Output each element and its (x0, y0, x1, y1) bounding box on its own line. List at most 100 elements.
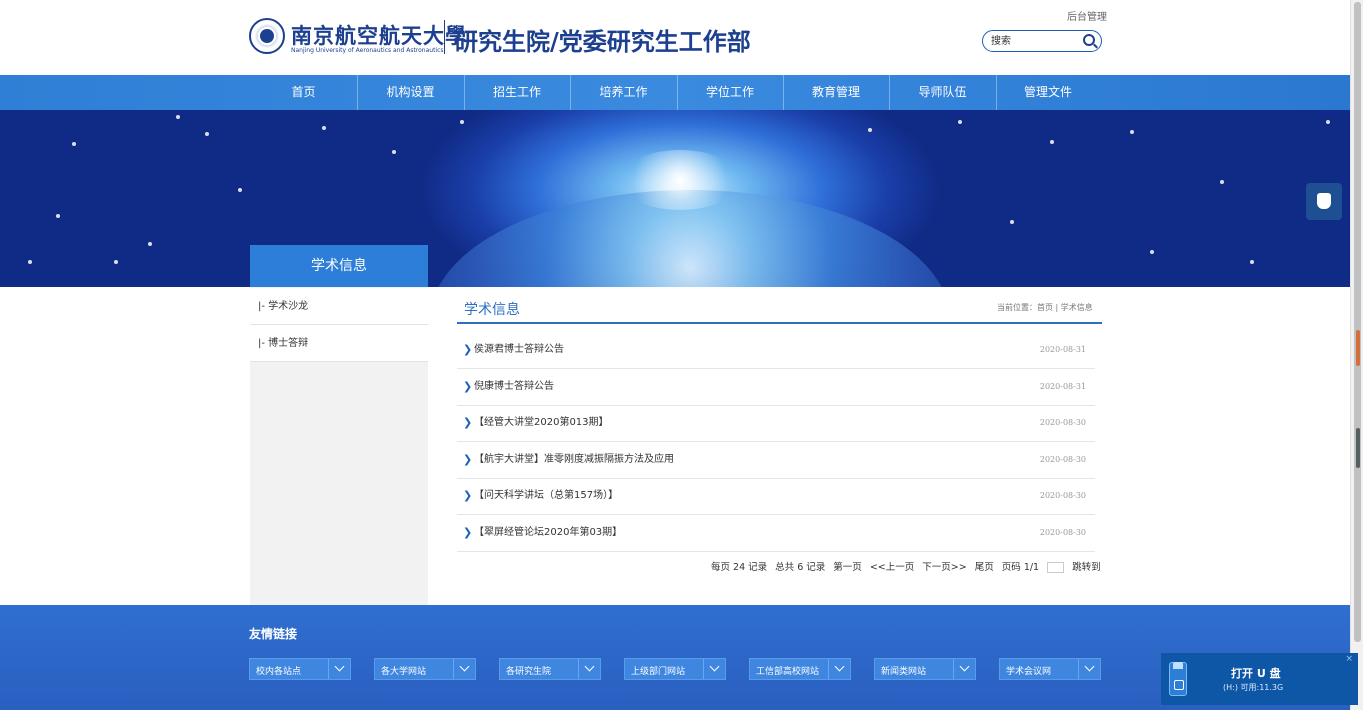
friend-link-select-authorities[interactable]: 上级部门网站 (624, 658, 726, 680)
breadcrumb-current-link[interactable]: 学术信息 (1061, 303, 1093, 312)
banner-star (1150, 250, 1154, 254)
chevron-right-icon: ❯ (463, 343, 473, 356)
pager-next-link[interactable]: 下一页>> (922, 562, 966, 573)
friend-link-select-news[interactable]: 新闻类网站 (874, 658, 976, 680)
banner-star (1010, 220, 1014, 224)
pager-jump-input[interactable] (1047, 562, 1065, 573)
news-date: 2020-08-30 (1039, 491, 1086, 500)
news-title[interactable]: 倪康博士答辩公告 (474, 381, 554, 393)
chevron-right-icon: ❯ (463, 489, 473, 502)
friend-link-select-graduate-schools[interactable]: 各研究生院 (499, 658, 601, 680)
chevron-down-icon (453, 659, 475, 679)
pager-last-link[interactable]: 尾页 (975, 562, 994, 573)
banner-star (148, 242, 152, 246)
select-label: 各大学网站 (381, 667, 427, 677)
chevron-down-icon (953, 659, 975, 679)
footer: 友情链接 校内各站点 各大学网站 各研究生院 上级部门网站 工信部高校网站 新闻… (0, 605, 1350, 710)
news-title[interactable]: 侯源君博士答辩公告 (474, 344, 564, 356)
news-list-item[interactable]: ❯ 侯源君博士答辩公告 2020-08-31 (457, 332, 1095, 369)
banner-star (238, 188, 242, 192)
floating-side-tab[interactable] (1306, 183, 1342, 220)
nav-item-degree[interactable]: 学位工作 (677, 75, 783, 110)
title-underline (457, 322, 1102, 324)
pager-page-info: 页码 1/1 (1001, 562, 1040, 573)
nav-item-documents[interactable]: 管理文件 (996, 75, 1100, 110)
chevron-down-icon (1078, 659, 1100, 679)
news-date: 2020-08-31 (1039, 382, 1086, 391)
nav-item-training[interactable]: 培养工作 (570, 75, 677, 110)
friend-link-select-campus[interactable]: 校内各站点 (249, 658, 351, 680)
nav-item-admissions[interactable]: 招生工作 (464, 75, 570, 110)
scrollbar-marker (1356, 330, 1360, 366)
site-header: 南京航空航天大學 Nanjing University of Aeronauti… (0, 0, 1350, 75)
news-date: 2020-08-30 (1039, 528, 1086, 537)
news-title[interactable]: 【问天科学讲坛（总第157场）】 (474, 490, 618, 502)
chevron-down-icon (328, 659, 350, 679)
news-date: 2020-08-31 (1039, 345, 1086, 354)
select-label: 学术会议网 (1006, 667, 1052, 677)
university-emblem-icon[interactable] (249, 18, 285, 54)
close-icon[interactable]: × (1345, 654, 1353, 664)
nav-item-organization[interactable]: 机构设置 (357, 75, 464, 110)
banner-star (72, 142, 76, 146)
news-list-item[interactable]: ❯ 【翠屏经管论坛2020年第03期】 2020-08-30 (457, 515, 1095, 552)
breadcrumb: 当前位置：首页 | 学术信息 (997, 302, 1093, 313)
banner-star (460, 120, 464, 124)
banner-star (56, 214, 60, 218)
news-list-item[interactable]: ❯ 【航宇大讲堂】准零刚度减振隔振方法及应用 2020-08-30 (457, 442, 1095, 479)
select-label: 各研究生院 (506, 667, 552, 677)
sidebar-title: 学术信息 (250, 245, 428, 287)
news-list-item[interactable]: ❯ 【经管大讲堂2020第013期】 2020-08-30 (457, 405, 1095, 442)
university-english-name: Nanjing University of Aeronautics and As… (291, 47, 444, 54)
nav-item-home[interactable]: 首页 (250, 75, 357, 110)
banner-star (322, 126, 326, 130)
news-title[interactable]: 【经管大讲堂2020第013期】 (474, 417, 609, 429)
news-list-item[interactable]: ❯ 【问天科学讲坛（总第157场）】 2020-08-30 (457, 478, 1095, 515)
banner-star (392, 150, 396, 154)
news-title[interactable]: 【翠屏经管论坛2020年第03期】 (474, 527, 622, 539)
chevron-right-icon: ❯ (463, 526, 473, 539)
admin-link[interactable]: 后台管理 (1067, 8, 1107, 23)
nav-item-supervisors[interactable]: 导师队伍 (889, 75, 996, 110)
chevron-right-icon: ❯ (463, 453, 473, 466)
news-title[interactable]: 【航宇大讲堂】准零刚度减振隔振方法及应用 (474, 454, 674, 466)
search-input[interactable] (991, 34, 1076, 49)
news-date: 2020-08-30 (1039, 418, 1086, 427)
sidebar-item-academic-salon[interactable]: |- 学术沙龙 (250, 288, 428, 325)
usb-open-label: 打开 U 盘 (1231, 667, 1281, 680)
pager-prev-link[interactable]: <<上一页 (870, 562, 914, 573)
pager-jump-link[interactable]: 跳转到 (1072, 562, 1101, 573)
banner-image (0, 110, 1350, 287)
select-label: 校内各站点 (256, 667, 302, 677)
banner-star (1326, 120, 1330, 124)
pagination: 每页 24 记录 总共 6 记录 第一页 <<上一页 下一页>> 尾页 页码 1… (711, 559, 1106, 573)
pager-per-page: 每页 24 记录 (711, 562, 768, 573)
chevron-down-icon (703, 659, 725, 679)
banner-star (868, 128, 872, 132)
select-label: 工信部高校网站 (756, 667, 820, 677)
chevron-right-icon: ❯ (463, 416, 473, 429)
sidebar-item-doctoral-defense[interactable]: |- 博士答辩 (250, 325, 428, 362)
news-list-item[interactable]: ❯ 倪康博士答辩公告 2020-08-31 (457, 369, 1095, 406)
news-date: 2020-08-30 (1039, 455, 1086, 464)
scrollbar-marker (1356, 428, 1360, 468)
scrollbar-thumb[interactable] (1354, 2, 1361, 642)
breadcrumb-home-link[interactable]: 首页 (1037, 303, 1053, 312)
page-scrollbar[interactable] (1350, 0, 1363, 710)
banner-star (1250, 260, 1254, 264)
banner-light-flare (620, 150, 740, 210)
friend-link-select-miit-universities[interactable]: 工信部高校网站 (749, 658, 851, 680)
breadcrumb-separator: | (1055, 303, 1059, 312)
friend-link-select-conferences[interactable]: 学术会议网 (999, 658, 1101, 680)
chevron-down-icon (578, 659, 600, 679)
banner-star (1050, 140, 1054, 144)
site-title[interactable]: 研究生院/党委研究生工作部 (454, 22, 751, 57)
nav-item-education-management[interactable]: 教育管理 (783, 75, 889, 110)
search-icon[interactable] (1083, 34, 1095, 46)
usb-drive-notification[interactable]: 打开 U 盘 (H:) 可用:11.3G × (1161, 653, 1358, 705)
footer-links-title: 友情链接 (249, 627, 298, 641)
main-nav: 首页 机构设置 招生工作 培养工作 学位工作 教育管理 导师队伍 管理文件 (0, 75, 1350, 110)
university-name-logo[interactable]: 南京航空航天大學 (291, 20, 467, 50)
pager-first-link[interactable]: 第一页 (833, 562, 862, 573)
friend-link-select-universities[interactable]: 各大学网站 (374, 658, 476, 680)
